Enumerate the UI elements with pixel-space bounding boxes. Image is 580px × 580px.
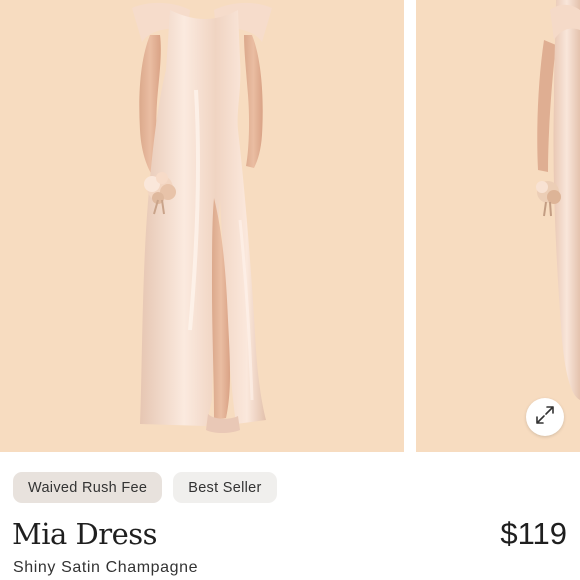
product-title: Mia Dress [12,517,158,551]
product-price: $119 [500,516,567,551]
waived-rush-fee-badge: Waived Rush Fee [13,472,163,503]
expand-arrows-icon [534,404,556,430]
product-gallery[interactable] [0,0,580,452]
product-variant: Shiny Satin Champagne [13,559,199,576]
product-image-secondary[interactable] [416,0,580,452]
zoom-button[interactable] [526,398,564,436]
best-seller-badge: Best Seller [173,472,277,503]
product-image-main[interactable] [0,0,404,452]
badge-list: Waived Rush Fee Best Seller [13,472,277,503]
product-page: Waived Rush Fee Best Seller Mia Dress $1… [0,0,580,580]
